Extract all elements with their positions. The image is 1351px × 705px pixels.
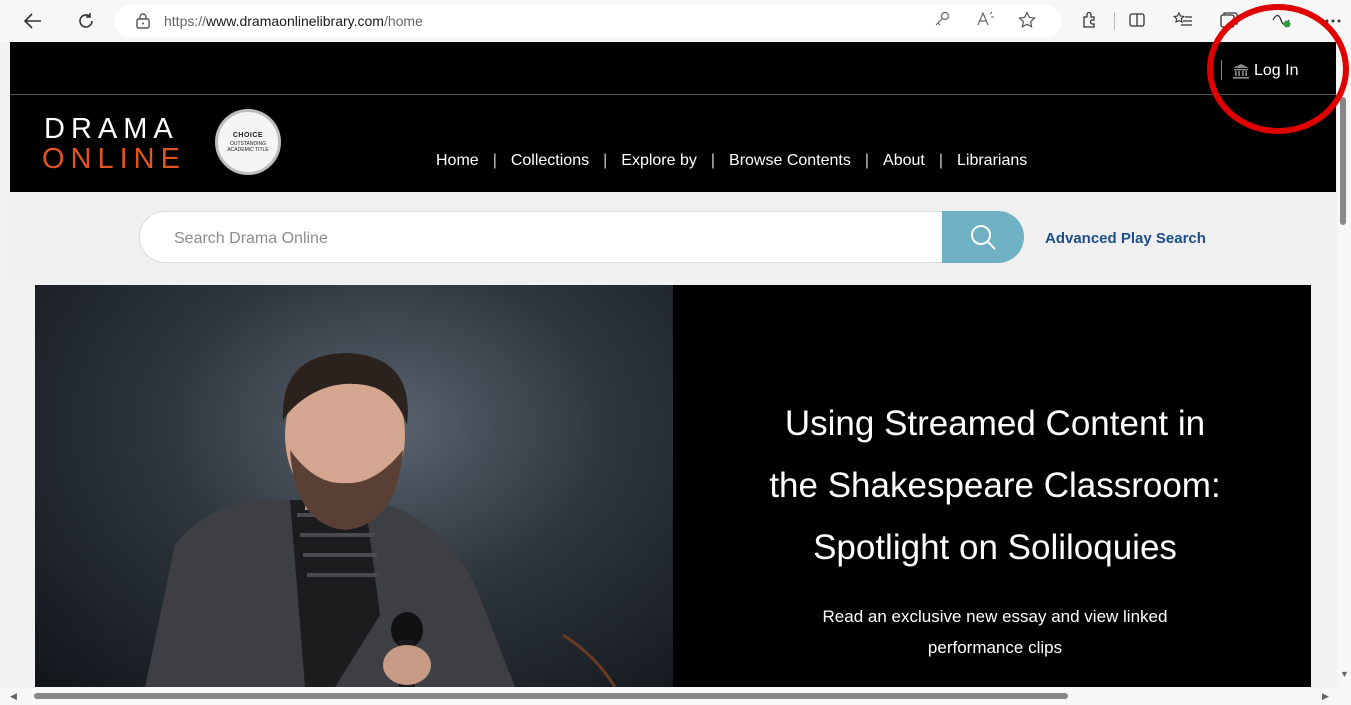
search-field[interactable]	[139, 211, 943, 263]
url-host: www.dramaonlinelibrary.com	[206, 13, 384, 29]
address-bar[interactable]: https://www.dramaonlinelibrary.com/home	[114, 5, 1062, 37]
url-text[interactable]: https://www.dramaonlinelibrary.com/home	[164, 13, 423, 29]
horizontal-scroll-thumb[interactable]	[34, 693, 1068, 699]
scroll-left-arrow-icon[interactable]: ◀	[10, 691, 17, 702]
nav-home[interactable]: Home	[422, 152, 493, 170]
hero-text: Using Streamed Content in the Shakespear…	[735, 393, 1255, 663]
vertical-scrollbar[interactable]: ▼	[1337, 42, 1351, 687]
main-nav: Home | Collections | Explore by | Browse…	[422, 152, 1041, 170]
url-path: /home	[383, 13, 423, 29]
badge-subtitle: OUTSTANDING ACADEMIC TITLE	[227, 140, 269, 153]
login-label: Log In	[1254, 62, 1299, 79]
hero-image	[35, 285, 673, 687]
split-screen-icon[interactable]	[1126, 11, 1148, 31]
nav-explore-by[interactable]: Explore by	[607, 152, 711, 170]
favorite-star-icon[interactable]	[1017, 11, 1037, 31]
search-input[interactable]	[172, 226, 916, 252]
login-link[interactable]: Log In	[1232, 61, 1298, 81]
institution-icon	[1233, 64, 1249, 79]
nav-about[interactable]: About	[869, 152, 939, 170]
more-icon[interactable]	[1322, 11, 1344, 31]
collections-icon[interactable]	[1218, 11, 1240, 31]
badge-title: CHOICE	[232, 131, 264, 139]
vertical-scroll-thumb[interactable]	[1340, 97, 1346, 225]
advanced-play-search-link[interactable]: Advanced Play Search	[1045, 230, 1206, 247]
nav-browse-contents[interactable]: Browse Contents	[715, 152, 865, 170]
hero-subtitle-line: performance clips	[927, 638, 1063, 657]
browser-toolbar: https://www.dramaonlinelibrary.com/home	[0, 0, 1351, 42]
hero-banner[interactable]: Using Streamed Content in the Shakespear…	[35, 285, 1311, 687]
logo-online[interactable]: ONLINE	[42, 145, 186, 174]
hero-title-line: the Shakespeare Classroom:	[769, 466, 1221, 505]
lock-icon[interactable]	[134, 12, 152, 30]
scroll-down-arrow-icon[interactable]: ▼	[1340, 669, 1349, 679]
hero-title[interactable]: Using Streamed Content in the Shakespear…	[735, 393, 1255, 579]
toolbar-divider	[1114, 12, 1115, 30]
url-scheme: https://	[164, 13, 207, 29]
choice-award-badge: CHOICE OUTSTANDING ACADEMIC TITLE	[215, 109, 281, 175]
back-arrow-icon[interactable]	[20, 8, 46, 34]
search-button[interactable]	[942, 211, 1024, 263]
page-content: Log In DRAMA ONLINE CHOICE OUTSTANDING A…	[10, 42, 1336, 687]
horizontal-scrollbar[interactable]: ◀ ▶	[0, 687, 1351, 705]
hero-title-line: Using Streamed Content in	[784, 404, 1206, 443]
performance-icon[interactable]	[1271, 11, 1293, 31]
favorites-list-icon[interactable]	[1172, 11, 1194, 31]
hero-title-line: Spotlight on Soliloquies	[813, 528, 1177, 567]
hero-subtitle: Read an exclusive new essay and view lin…	[735, 601, 1255, 663]
top-utility-bar: Log In	[10, 42, 1336, 95]
actor-photo	[145, 353, 617, 687]
logo-drama[interactable]: DRAMA	[44, 115, 179, 144]
scroll-right-arrow-icon[interactable]: ▶	[1322, 691, 1329, 702]
search-icon	[971, 225, 996, 250]
refresh-icon[interactable]	[73, 8, 99, 34]
hero-subtitle-line: Read an exclusive new essay and view lin…	[822, 607, 1168, 626]
search-band: Advanced Play Search	[10, 192, 1336, 286]
key-icon[interactable]	[932, 11, 952, 31]
site-header: DRAMA ONLINE CHOICE OUTSTANDING ACADEMIC…	[10, 95, 1336, 192]
nav-collections[interactable]: Collections	[497, 152, 603, 170]
nav-librarians[interactable]: Librarians	[943, 152, 1041, 170]
utility-divider	[1221, 60, 1222, 80]
extensions-icon[interactable]	[1079, 11, 1101, 31]
read-aloud-icon[interactable]	[976, 11, 996, 31]
